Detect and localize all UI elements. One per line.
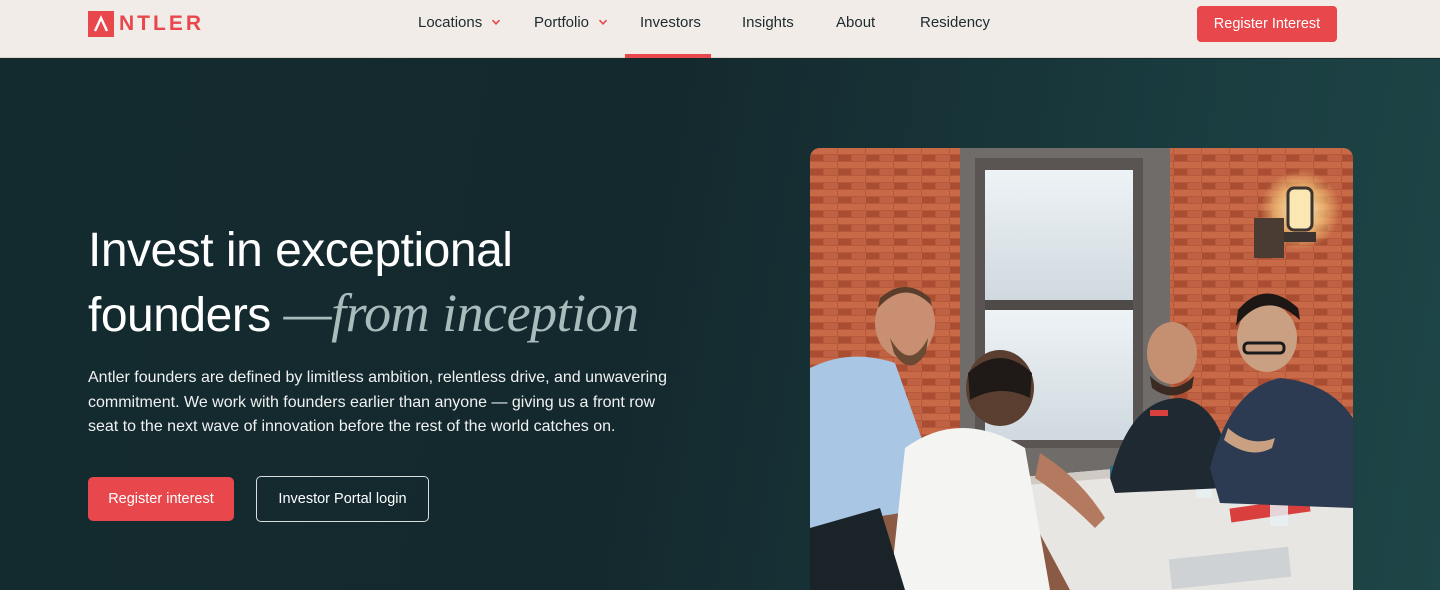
nav-item-locations[interactable]: Locations	[418, 0, 501, 58]
hero-description: Antler founders are defined by limitless…	[88, 369, 667, 435]
top-navigation: NTLER Locations Portfolio Investors Insi…	[0, 0, 1440, 58]
nav-item-portfolio[interactable]: Portfolio	[534, 0, 608, 58]
nav-item-insights[interactable]: Insights	[742, 0, 794, 58]
hero-section: Invest in exceptional founders —from inc…	[0, 59, 1440, 590]
headline-line-1: Invest in exceptional	[88, 224, 513, 277]
logo-wordmark: NTLER	[119, 12, 204, 35]
hero-headline: Invest in exceptional founders —from inc…	[88, 220, 728, 347]
headline-accent: —from inception	[283, 283, 639, 343]
headline-line-2: founders	[88, 289, 271, 342]
nav-item-residency[interactable]: Residency	[920, 0, 990, 58]
register-interest-button[interactable]: Register Interest	[1197, 6, 1337, 42]
active-nav-indicator	[625, 54, 711, 58]
nav-item-about[interactable]: About	[836, 0, 875, 58]
antler-logo[interactable]: NTLER	[88, 10, 204, 38]
nav-item-investors[interactable]: Investors	[640, 0, 701, 58]
logo-mark-icon	[88, 11, 114, 37]
nav-label: Insights	[742, 13, 794, 31]
investor-portal-login-button[interactable]: Investor Portal login	[256, 476, 429, 522]
register-interest-cta[interactable]: Register interest	[88, 477, 234, 521]
chevron-down-icon	[492, 19, 501, 25]
nav-label: Investors	[640, 13, 701, 31]
nav-label: Locations	[418, 13, 483, 31]
nav-label: Residency	[920, 13, 991, 31]
hero-photo-founders-meeting	[810, 148, 1353, 590]
chevron-down-icon	[598, 19, 608, 25]
nav-label: About	[836, 13, 876, 31]
nav-label: Portfolio	[534, 13, 590, 31]
